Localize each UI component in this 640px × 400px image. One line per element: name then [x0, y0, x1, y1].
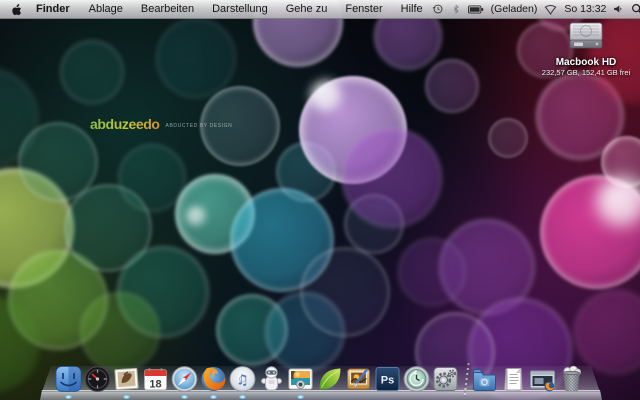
dock-divider[interactable] [461, 361, 470, 393]
image-editor-icon [345, 365, 373, 393]
desktop: abduzeedo ABDUCTED BY DESIGN Finder Abla… [0, 0, 640, 400]
firefox-icon [200, 365, 228, 393]
dock-item-dashboard[interactable] [84, 365, 112, 393]
bokeh-circle [230, 188, 334, 292]
running-indicator [210, 395, 217, 399]
automator-icon [258, 365, 286, 393]
coda-icon [316, 365, 344, 393]
hard-drive-icon [566, 21, 606, 56]
dock-item-system-preferences[interactable] [432, 365, 460, 393]
dock: 1818 ♫♫ PsPs [0, 354, 640, 400]
bokeh-circle [310, 80, 342, 112]
svg-text:♫: ♫ [236, 373, 249, 389]
dock-item-photoshop[interactable]: PsPs [374, 365, 402, 393]
menu-gehe-zu[interactable]: Gehe zu [277, 0, 337, 18]
running-indicator [65, 395, 72, 399]
bokeh-circle [344, 194, 404, 254]
bokeh-circle [398, 238, 466, 306]
menu-finder[interactable]: Finder [27, 0, 80, 18]
trash-icon [558, 365, 586, 393]
dock-item-ical[interactable]: 1818 [142, 365, 170, 393]
bokeh-circle [601, 136, 640, 188]
running-indicator [123, 395, 130, 399]
dock-item-finder[interactable] [55, 365, 83, 393]
dock-item-documents-stack[interactable] [500, 365, 528, 393]
airport-icon[interactable] [544, 4, 557, 15]
dashboard-icon [84, 365, 112, 393]
dock-item-iphoto[interactable] [287, 365, 315, 393]
bokeh-circle [64, 184, 152, 272]
wallpaper-logo-tagline: ABDUCTED BY DESIGN [166, 123, 233, 129]
bluetooth-icon[interactable] [451, 3, 461, 15]
spotlight-icon[interactable] [631, 3, 640, 15]
bokeh-circle [540, 175, 640, 289]
svg-text:Ps: Ps [381, 375, 394, 387]
menubar-clock[interactable]: So 13:32 [564, 3, 606, 15]
volume-free-space: 232,57 GB, 152,41 GB frei [540, 68, 632, 77]
dock-item-trash[interactable] [558, 365, 586, 393]
bokeh-circle [300, 247, 390, 337]
finder-icon [55, 365, 83, 393]
dock-item-minimized-window[interactable] [529, 365, 557, 393]
dock-item-applications-folder[interactable] [471, 365, 499, 393]
bokeh-circle [18, 122, 98, 202]
ical-icon: 18 [142, 365, 170, 393]
dock-item-time-machine[interactable] [403, 365, 431, 393]
bokeh-circle [0, 168, 74, 288]
bokeh-circle [536, 72, 624, 160]
applications-folder-icon [471, 365, 499, 393]
bokeh-circle [276, 142, 336, 202]
dock-item-coda[interactable] [316, 365, 344, 393]
bokeh-circle [342, 128, 442, 228]
menu-fenster[interactable]: Fenster [336, 0, 391, 18]
time-machine-menu-icon[interactable] [432, 3, 444, 15]
running-indicator [297, 395, 304, 399]
bokeh-circle [175, 174, 255, 254]
bokeh-circle [156, 18, 236, 98]
battery-status-label[interactable]: (Geladen) [491, 3, 538, 15]
wallpaper-logo-text: abduzeedo [90, 116, 160, 132]
iphoto-icon [287, 365, 315, 393]
bokeh-circle [596, 176, 640, 228]
photoshop-icon: Ps [374, 365, 402, 393]
running-indicator [181, 395, 188, 399]
bokeh-circle [425, 59, 479, 113]
bokeh-circle [8, 250, 108, 350]
dock-item-itunes[interactable]: ♫♫ [229, 365, 257, 393]
mail-icon [113, 365, 141, 393]
bokeh-circle [60, 40, 124, 104]
dock-item-mail[interactable] [113, 365, 141, 393]
system-preferences-icon [432, 365, 460, 393]
menu-bearbeiten[interactable]: Bearbeiten [132, 0, 203, 18]
apple-menu-icon[interactable] [10, 3, 27, 16]
desktop-volume-macbook-hd[interactable]: Macbook HD 232,57 GB, 152,41 GB frei [540, 21, 632, 77]
dock-item-image-editor[interactable] [345, 365, 373, 393]
menu-ablage[interactable]: Ablage [80, 0, 132, 18]
battery-icon[interactable] [468, 5, 484, 14]
bokeh-circle [117, 246, 209, 338]
menubar: Finder Ablage Bearbeiten Darstellung Geh… [0, 0, 640, 19]
bokeh-circle [488, 118, 528, 158]
safari-icon [171, 365, 199, 393]
documents-stack-icon [500, 365, 528, 393]
volume-icon[interactable] [613, 4, 624, 14]
bokeh-circle [439, 219, 535, 315]
menu-hilfe[interactable]: Hilfe [392, 0, 432, 18]
wallpaper-logo: abduzeedo ABDUCTED BY DESIGN [90, 116, 232, 132]
bokeh-circle [118, 144, 186, 212]
time-machine-icon [403, 365, 431, 393]
dock-item-safari[interactable] [171, 365, 199, 393]
itunes-icon: ♫ [229, 365, 257, 393]
bokeh-circle [299, 76, 407, 184]
dock-item-automator[interactable] [258, 365, 286, 393]
minimized-window-icon [529, 365, 557, 393]
bokeh-circle [186, 206, 206, 226]
menu-darstellung[interactable]: Darstellung [203, 0, 277, 18]
volume-name: Macbook HD [540, 57, 632, 68]
dock-item-firefox[interactable] [200, 365, 228, 393]
running-indicator [239, 395, 246, 399]
svg-text:18: 18 [149, 379, 161, 391]
bokeh-circle [0, 68, 38, 168]
